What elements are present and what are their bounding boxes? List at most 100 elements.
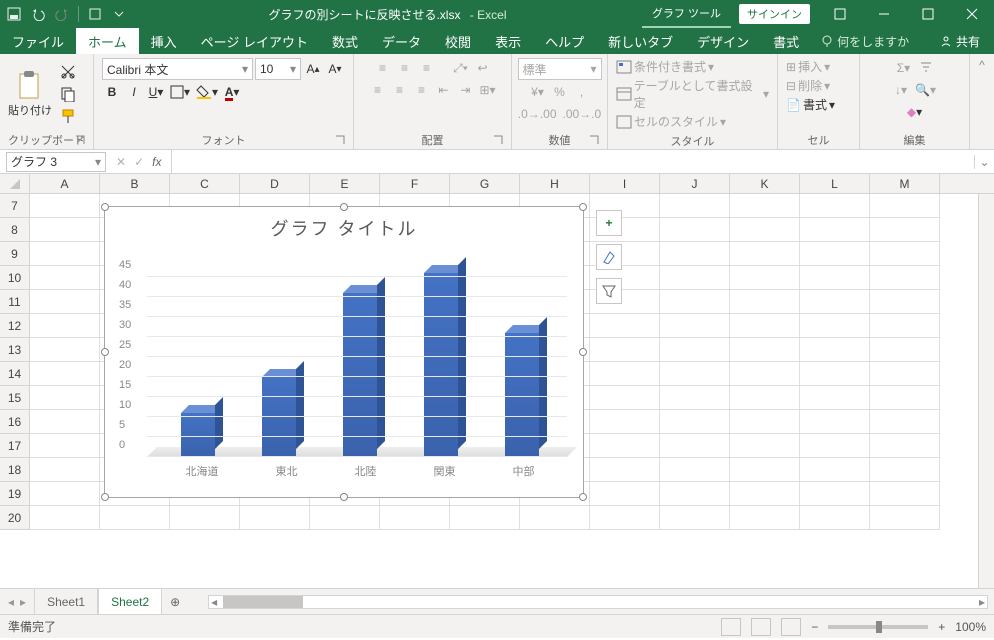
cell[interactable] xyxy=(520,506,590,530)
fill-color-icon[interactable]: ▾ xyxy=(194,82,220,102)
dialog-launcher-icon[interactable] xyxy=(335,135,347,147)
cell[interactable] xyxy=(800,410,870,434)
italic-button[interactable]: I xyxy=(124,82,144,102)
horizontal-scrollbar[interactable]: ◂ ▸ xyxy=(208,595,988,609)
cell[interactable] xyxy=(870,338,940,362)
cell[interactable] xyxy=(30,482,100,506)
align-top-icon[interactable]: ≡ xyxy=(373,58,393,78)
copy-icon[interactable] xyxy=(58,84,78,104)
indent-increase-icon[interactable]: ⇥ xyxy=(455,80,475,100)
row-header[interactable]: 8 xyxy=(0,218,30,242)
increase-font-icon[interactable]: A▴ xyxy=(303,59,323,79)
font-name-combo[interactable]: Calibri 本文▾ xyxy=(102,58,253,80)
cell[interactable] xyxy=(590,482,660,506)
cell[interactable] xyxy=(30,218,100,242)
tab-design[interactable]: デザイン xyxy=(685,28,761,54)
cell[interactable] xyxy=(730,338,800,362)
enter-formula-icon[interactable]: ✓ xyxy=(134,155,144,169)
decrease-decimal-icon[interactable]: .00→.0 xyxy=(561,104,604,124)
autosum-icon[interactable]: Σ▾ xyxy=(894,58,914,78)
fill-icon[interactable]: ↓▾ xyxy=(891,80,911,100)
chart-bar[interactable] xyxy=(505,333,539,457)
cell[interactable] xyxy=(800,434,870,458)
row-header[interactable]: 17 xyxy=(0,434,30,458)
comma-icon[interactable]: , xyxy=(572,82,592,102)
cell[interactable] xyxy=(30,458,100,482)
cell[interactable] xyxy=(800,314,870,338)
cell[interactable] xyxy=(730,410,800,434)
col-header[interactable]: D xyxy=(240,174,310,193)
cell[interactable] xyxy=(870,314,940,338)
tab-data[interactable]: データ xyxy=(370,28,433,54)
row-header[interactable]: 15 xyxy=(0,386,30,410)
cancel-formula-icon[interactable]: ✕ xyxy=(116,155,126,169)
cell[interactable] xyxy=(660,506,730,530)
cut-icon[interactable] xyxy=(58,62,78,82)
tab-format[interactable]: 書式 xyxy=(761,28,811,54)
page-break-view-button[interactable] xyxy=(781,618,801,636)
cell[interactable] xyxy=(660,362,730,386)
cell[interactable] xyxy=(30,362,100,386)
col-header[interactable]: J xyxy=(660,174,730,193)
cell-styles-button[interactable]: セルのスタイル▾ xyxy=(616,113,726,130)
row-header[interactable]: 18 xyxy=(0,458,30,482)
cell[interactable] xyxy=(660,434,730,458)
chart-title[interactable]: グラフ タイトル xyxy=(105,207,583,245)
conditional-format-button[interactable]: 条件付き書式▾ xyxy=(616,58,714,75)
cell[interactable] xyxy=(800,458,870,482)
cell[interactable] xyxy=(730,482,800,506)
cell[interactable] xyxy=(800,506,870,530)
font-color-icon[interactable]: A▾ xyxy=(222,82,242,102)
tab-formulas[interactable]: 数式 xyxy=(320,28,370,54)
row-header[interactable]: 14 xyxy=(0,362,30,386)
tab-new[interactable]: 新しいタブ xyxy=(596,28,685,54)
cell[interactable] xyxy=(660,338,730,362)
minimize-button[interactable] xyxy=(862,0,906,28)
ribbon-display-icon[interactable] xyxy=(818,7,862,21)
row-header[interactable]: 16 xyxy=(0,410,30,434)
chart-plot-area[interactable]: 北海道東北北陸関東中部 051015202530354045 xyxy=(105,245,583,481)
cell[interactable] xyxy=(800,362,870,386)
cell[interactable] xyxy=(660,386,730,410)
page-layout-view-button[interactable] xyxy=(751,618,771,636)
cell[interactable] xyxy=(590,458,660,482)
increase-decimal-icon[interactable]: .0→.00 xyxy=(516,104,559,124)
qa-custom-icon[interactable] xyxy=(87,6,103,22)
find-icon[interactable]: 🔍▾ xyxy=(913,80,938,100)
cell[interactable] xyxy=(30,194,100,218)
cell[interactable] xyxy=(800,218,870,242)
cell[interactable] xyxy=(870,242,940,266)
cell[interactable] xyxy=(870,218,940,242)
col-header[interactable]: A xyxy=(30,174,100,193)
chart-bar[interactable] xyxy=(424,273,458,457)
qa-dropdown-icon[interactable] xyxy=(111,6,127,22)
orientation-icon[interactable]: ⤢▾ xyxy=(451,58,471,78)
cell[interactable] xyxy=(660,266,730,290)
cell[interactable] xyxy=(870,506,940,530)
sheet-tab-sheet2[interactable]: Sheet2 xyxy=(98,589,162,615)
underline-button[interactable]: U ▾ xyxy=(146,82,166,102)
cell[interactable] xyxy=(730,218,800,242)
col-header[interactable]: I xyxy=(590,174,660,193)
tab-help[interactable]: ヘルプ xyxy=(533,28,596,54)
cell[interactable] xyxy=(660,458,730,482)
format-as-table-button[interactable]: テーブルとして書式設定▾ xyxy=(616,77,769,111)
select-all-corner[interactable] xyxy=(0,174,30,193)
cell[interactable] xyxy=(30,242,100,266)
tellme[interactable]: 何をしますか xyxy=(811,33,919,50)
align-center-icon[interactable]: ≡ xyxy=(389,80,409,100)
close-button[interactable] xyxy=(950,0,994,28)
bold-button[interactable]: B xyxy=(102,82,122,102)
tab-home[interactable]: ホーム xyxy=(76,28,139,54)
row-header[interactable]: 20 xyxy=(0,506,30,530)
cell[interactable] xyxy=(660,410,730,434)
cell[interactable] xyxy=(30,506,100,530)
cell[interactable] xyxy=(870,290,940,314)
cell[interactable] xyxy=(660,194,730,218)
row-header[interactable]: 12 xyxy=(0,314,30,338)
cell[interactable] xyxy=(730,458,800,482)
fx-icon[interactable]: fx xyxy=(152,155,161,169)
row-header[interactable]: 11 xyxy=(0,290,30,314)
border-icon[interactable]: ▾ xyxy=(168,82,192,102)
col-header[interactable]: F xyxy=(380,174,450,193)
